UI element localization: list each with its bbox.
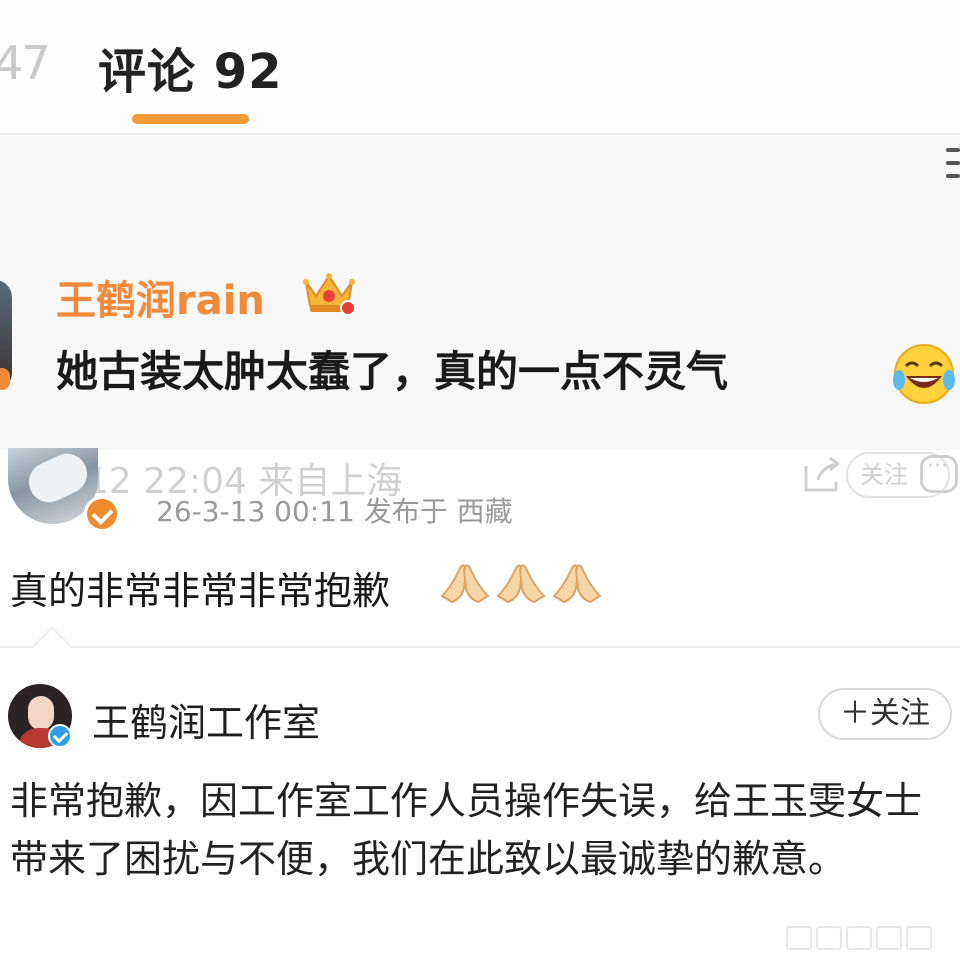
laughing-tears-icon — [893, 344, 955, 404]
verified-blue-icon — [48, 724, 72, 748]
follow-button-label: ＋关注 — [840, 696, 930, 731]
folded-hands-icon — [496, 564, 546, 604]
crown-icon — [303, 273, 356, 316]
share-icon[interactable] — [800, 454, 846, 496]
comment-top-text: 她古装太肿太蠢了，真的一点不灵气 — [56, 347, 729, 396]
tab-active-indicator — [132, 114, 249, 124]
watermark-box-icon — [816, 926, 842, 950]
verified-badge-icon — [84, 496, 120, 532]
reply-text: 非常抱歉，因工作室工作人员操作失误，给王玉雯女士带来了困扰与不便，我们在此致以最… — [10, 779, 923, 881]
studio-name[interactable]: 王鹤润工作室 — [92, 692, 320, 747]
menu-icon[interactable] — [946, 148, 960, 184]
tab-comments[interactable]: 评论 92 — [98, 32, 283, 102]
comment-second-text: 真的非常非常非常抱歉 — [10, 569, 391, 613]
folded-hands-icon — [440, 564, 490, 604]
watermark-box-icon — [786, 926, 812, 950]
ghost-follow-label: 关注 — [860, 461, 908, 489]
comment-second-date: 26-3-13 00:11 发布于 西藏 — [156, 495, 513, 528]
watermark-box-icon — [876, 926, 902, 950]
folded-hands-icon — [552, 564, 602, 604]
tab-previous[interactable]: 47 — [0, 36, 51, 90]
follow-button[interactable]: ＋关注 — [818, 688, 952, 740]
watermark-box-icon — [846, 926, 872, 950]
watermark-box-icon — [906, 926, 932, 950]
comment-top-author[interactable]: 王鹤润rain — [56, 268, 265, 326]
more-icon[interactable] — [920, 454, 958, 493]
tab-strip: 47 评论 92 — [0, 0, 960, 135]
